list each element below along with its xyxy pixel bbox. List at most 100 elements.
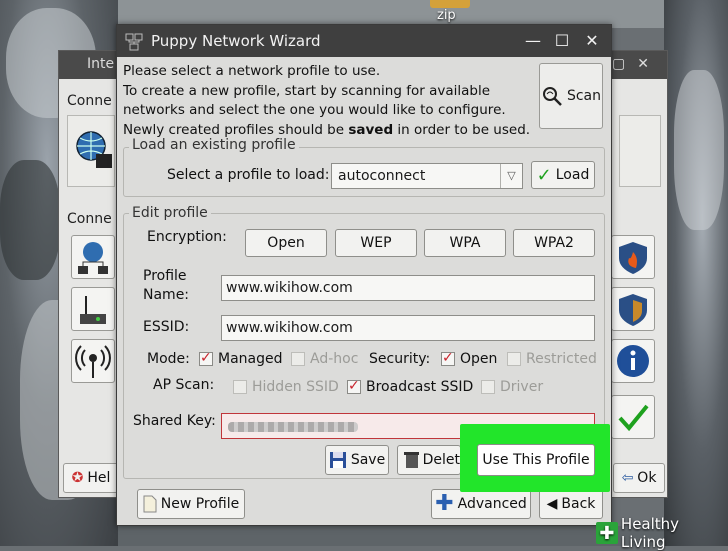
maximize-icon[interactable]: ☐: [551, 30, 573, 52]
router-icon: [80, 296, 106, 324]
checkbox-box[interactable]: [507, 352, 521, 366]
load-label: Load: [555, 167, 590, 183]
help-button[interactable]: ✪ Hel: [63, 463, 119, 493]
antenna-icon-button[interactable]: [71, 339, 115, 383]
checkbox-box[interactable]: [441, 350, 455, 366]
profile-name-label-2: Name:: [143, 287, 190, 303]
background-window-controls[interactable]: ▢✕: [612, 56, 661, 72]
profile-select-value: autoconnect: [338, 168, 426, 184]
shared-key-label: Shared Key:: [133, 413, 216, 429]
ap-driver-label: Driver: [500, 379, 544, 395]
ok-button[interactable]: ⇦ Ok: [613, 463, 665, 493]
help-label: Hel: [87, 470, 111, 486]
lifebuoy-icon: ✪: [71, 470, 84, 486]
encryption-wpa-button[interactable]: WPA: [424, 229, 506, 257]
checkbox-box[interactable]: [233, 380, 247, 394]
ap-hidden-ssid-checkbox[interactable]: Hidden SSID: [233, 379, 339, 395]
plus-logo-icon: ✚: [596, 522, 618, 544]
ethernet-icon-button[interactable]: [71, 235, 115, 279]
trash-icon: [404, 452, 419, 468]
save-label: Save: [350, 452, 386, 468]
delete-label: Delet: [422, 452, 460, 468]
delete-button[interactable]: Delet: [397, 445, 461, 475]
close-icon[interactable]: ✕: [581, 30, 603, 52]
back-label: Back: [561, 496, 596, 512]
dropdown-arrow-icon[interactable]: ▽: [500, 164, 522, 188]
checkbox-box[interactable]: [347, 378, 361, 394]
essid-label: ESSID:: [143, 319, 190, 335]
shield-icon: [619, 294, 647, 326]
load-profile-group-title: Load an existing profile: [129, 137, 299, 153]
shield-fire-icon: [619, 242, 647, 274]
firewall-shield-icon-button[interactable]: [611, 235, 655, 279]
zip-file-label[interactable]: zip: [437, 8, 456, 23]
wizard-titlebar[interactable]: Puppy Network Wizard — ☐ ✕: [117, 25, 611, 57]
watermark: ✚ Healthy Living: [596, 515, 728, 551]
minimize-icon[interactable]: —: [522, 30, 544, 52]
encryption-label: Encryption:: [147, 229, 227, 245]
arrow-icon: ⇦: [621, 470, 634, 486]
info-icon-button[interactable]: [611, 339, 655, 383]
profile-select[interactable]: autoconnect ▽: [331, 163, 523, 189]
mode-managed-checkbox[interactable]: Managed: [199, 350, 283, 367]
security-restricted-checkbox[interactable]: Restricted: [507, 351, 597, 367]
intro-text: Please select a network profile to use. …: [123, 62, 533, 140]
check-icon: ✓: [536, 164, 552, 186]
network-globe-icon: [76, 131, 112, 168]
connection-panel: [67, 115, 115, 187]
confirm-icon-button[interactable]: [611, 395, 655, 439]
load-button[interactable]: ✓ Load: [531, 161, 595, 189]
ap-driver-checkbox[interactable]: Driver: [481, 379, 543, 395]
ethernet-icon: [78, 242, 108, 274]
info-icon: [617, 345, 649, 377]
mode-adhoc-checkbox[interactable]: Ad-hoc: [291, 351, 358, 367]
save-button[interactable]: Save: [325, 445, 389, 475]
intro-line: To create a new profile, start by scanni…: [123, 82, 491, 99]
encryption-wpa2-button[interactable]: WPA2: [513, 229, 595, 257]
security-label: Security:: [369, 351, 431, 367]
back-button[interactable]: ◀ Back: [539, 489, 603, 519]
intro-line: networks and select the one you would li…: [123, 102, 506, 118]
checkbox-box[interactable]: [199, 350, 213, 366]
intro-text-part: Newly created profiles should be: [123, 121, 349, 138]
encryption-wep-button[interactable]: WEP: [335, 229, 417, 257]
use-this-profile-button[interactable]: Use This Profile: [477, 444, 595, 476]
wizard-title: Puppy Network Wizard: [151, 32, 321, 50]
checkbox-box[interactable]: [291, 352, 305, 366]
wallpaper-right: [664, 0, 728, 546]
blurred-key-text: [228, 422, 358, 432]
advanced-label: Advanced: [457, 496, 527, 512]
profile-name-input[interactable]: www.wikihow.com: [221, 275, 595, 301]
mode-adhoc-label: Ad-hoc: [310, 351, 359, 367]
ap-broadcast-ssid-label: Broadcast SSID: [366, 379, 474, 395]
essid-input[interactable]: www.wikihow.com: [221, 315, 595, 341]
plus-icon: ✚: [435, 491, 454, 516]
security-open-checkbox[interactable]: Open: [441, 350, 498, 367]
zip-file-icon[interactable]: [430, 0, 470, 8]
mode-label: Mode:: [147, 351, 190, 367]
new-profile-label: New Profile: [160, 496, 240, 512]
new-profile-button[interactable]: New Profile: [137, 489, 245, 519]
checkbox-box[interactable]: [481, 380, 495, 394]
new-document-icon: [143, 495, 157, 513]
security-open-label: Open: [460, 351, 498, 367]
background-window-title: Inte: [87, 56, 115, 72]
antenna-icon: [75, 345, 111, 378]
ok-label: Ok: [637, 470, 657, 486]
edit-profile-group-title: Edit profile: [129, 205, 211, 221]
select-profile-label: Select a profile to load:: [167, 167, 330, 183]
encryption-open-button[interactable]: Open: [245, 229, 327, 257]
wireless-router-icon-button[interactable]: [71, 287, 115, 331]
floppy-disk-icon: [329, 452, 346, 468]
ap-broadcast-ssid-checkbox[interactable]: Broadcast SSID: [347, 378, 474, 395]
scan-button[interactable]: Scan: [539, 63, 603, 129]
scan-label: Scan: [566, 88, 602, 104]
security-shield-icon-button[interactable]: [611, 287, 655, 331]
advanced-button[interactable]: ✚ Advanced: [431, 489, 531, 519]
intro-text-part: in order to be used.: [393, 121, 531, 138]
profile-name-label: Profile: [143, 268, 187, 284]
checkmark-icon: [618, 404, 649, 432]
ap-hidden-ssid-label: Hidden SSID: [252, 379, 339, 395]
security-restricted-label: Restricted: [526, 351, 597, 367]
ap-scan-label: AP Scan:: [153, 377, 215, 393]
